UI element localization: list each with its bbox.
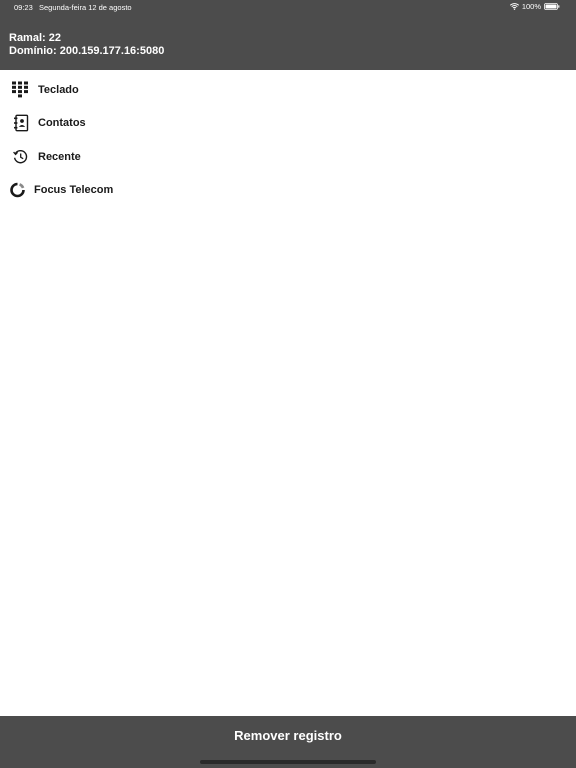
status-date: Segunda-feira 12 de agosto bbox=[39, 3, 132, 12]
footer: Remover registro bbox=[0, 716, 576, 768]
menu-item-label: Recente bbox=[38, 150, 81, 163]
dominio-label: Domínio: 200.159.177.16:5080 bbox=[9, 45, 165, 57]
contacts-book-icon bbox=[12, 114, 29, 132]
side-menu: Teclado Contatos Recente Focus Telecom bbox=[0, 73, 576, 207]
account-info: Ramal: 22 Domínio: 200.159.177.16:5080 bbox=[9, 32, 164, 58]
menu-item-contatos[interactable]: Contatos bbox=[0, 107, 576, 141]
ramal-label: Ramal: 22 bbox=[9, 32, 61, 44]
status-bar: 09:23 Segunda-feira 12 de agosto 100% bbox=[0, 0, 576, 14]
home-indicator[interactable] bbox=[200, 760, 376, 764]
status-right: 100% bbox=[509, 2, 560, 11]
battery-percent: 100% bbox=[521, 2, 541, 11]
remove-registration-button[interactable]: Remover registro bbox=[0, 716, 576, 754]
history-clock-icon bbox=[12, 148, 29, 165]
menu-item-label: Focus Telecom bbox=[34, 184, 114, 197]
menu-item-label: Contatos bbox=[38, 117, 86, 130]
menu-item-label: Teclado bbox=[38, 83, 79, 96]
header: 09:23 Segunda-feira 12 de agosto 100% Ra… bbox=[0, 0, 576, 70]
menu-item-recente[interactable]: Recente bbox=[0, 140, 576, 174]
menu-item-focus-telecom[interactable]: Focus Telecom bbox=[0, 174, 576, 208]
keypad-icon bbox=[12, 81, 29, 98]
menu-item-teclado[interactable]: Teclado bbox=[0, 73, 576, 107]
battery-icon bbox=[544, 3, 560, 10]
status-time: 09:23 bbox=[14, 3, 33, 12]
focus-telecom-logo-icon bbox=[10, 182, 25, 199]
wifi-icon bbox=[509, 3, 519, 10]
